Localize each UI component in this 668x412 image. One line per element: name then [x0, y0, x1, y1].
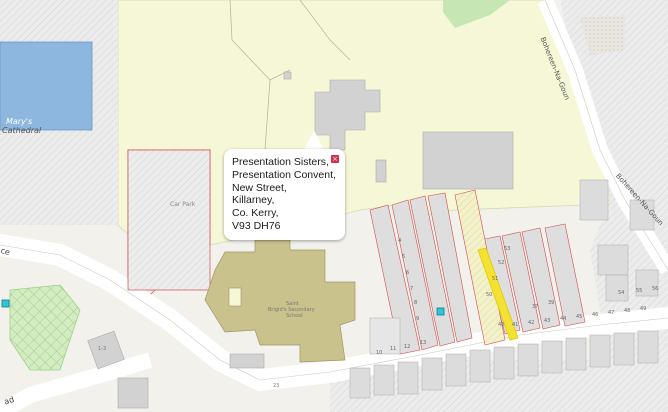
house-number: 45: [576, 314, 583, 320]
house-number: 6: [406, 270, 410, 276]
cathedral-label-1: Mary's: [6, 117, 33, 126]
building-grey-3: [229, 353, 265, 369]
house-number: 47: [608, 310, 615, 316]
house-number: 43: [544, 318, 551, 324]
address-line: Presentation Convent,: [232, 168, 336, 181]
address-line: Presentation Sisters,: [232, 156, 329, 168]
house-number: 4: [398, 238, 402, 244]
house-number: 52: [498, 260, 505, 266]
outbuilding-2: [283, 71, 292, 80]
popup-pointer: [304, 130, 324, 150]
house-number: 56: [652, 286, 659, 292]
house-number: 8: [414, 300, 418, 306]
house-number: 44: [560, 316, 567, 322]
address-line: V93 DH76: [232, 219, 281, 232]
map-marker-left: [1, 299, 10, 308]
building-grey-2: [117, 377, 149, 409]
house-number: 37: [532, 304, 539, 310]
map-view[interactable]: Mary's Cathedral Car Park Saint Brigid's…: [0, 0, 668, 412]
address-line: Co. Kerry,: [232, 207, 279, 220]
address-line: New Street,: [232, 181, 287, 194]
house-number: 53: [504, 246, 511, 252]
house-number: 54: [618, 290, 625, 296]
street-number-23: 23: [273, 383, 280, 389]
house-number: 42: [528, 320, 535, 326]
house-number: 13: [420, 340, 427, 346]
house-number: 49: [640, 306, 647, 312]
close-icon[interactable]: ×: [331, 155, 339, 163]
outbuilding-1: [375, 159, 387, 183]
house-number: 51: [492, 276, 499, 282]
house-number: 41: [512, 322, 519, 328]
house-number: 11: [390, 346, 397, 352]
house-number: 7: [410, 286, 414, 292]
address-line: Killarney,: [232, 194, 275, 207]
car-park-area: [127, 149, 211, 291]
house-number: 39: [548, 300, 555, 306]
house-number: 9: [416, 316, 420, 322]
address-popup: × Presentation Sisters, Presentation Con…: [224, 149, 345, 240]
house-number: 46: [592, 312, 599, 318]
house-number: 5: [402, 254, 406, 260]
school-label-3: School: [286, 313, 303, 319]
school-courtyard: [228, 287, 242, 307]
house-number: 50: [486, 292, 493, 298]
car-park-label: Car Park: [170, 201, 196, 208]
house-label-1-3: 1-3: [98, 346, 107, 352]
house-number: 55: [636, 288, 643, 294]
map-marker-center: [436, 307, 445, 316]
convent-annex: [422, 131, 514, 190]
house-number: 48: [624, 308, 631, 314]
house-number: 12: [404, 344, 411, 350]
house-number: 40: [498, 322, 505, 328]
cathedral-label-2: Cathedral: [2, 126, 42, 135]
house-number: 10: [376, 350, 383, 356]
